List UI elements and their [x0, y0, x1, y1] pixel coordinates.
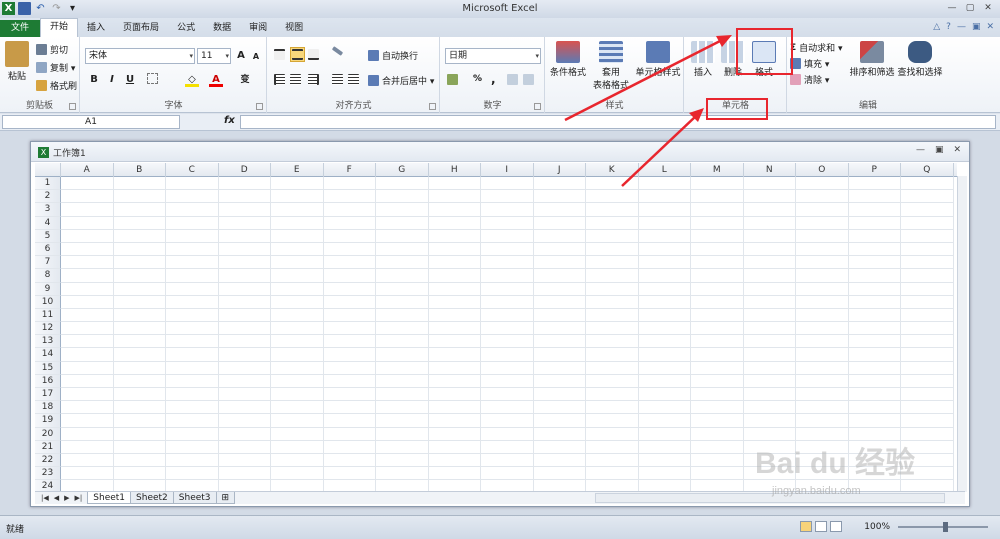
- baidu-watermark-logo: Bai du 经验: [755, 447, 916, 480]
- arrow-to-format: [564, 38, 723, 122]
- baidu-watermark-url: jingyan.baidu.com: [772, 485, 861, 497]
- arrow-to-cells-label: [621, 115, 697, 187]
